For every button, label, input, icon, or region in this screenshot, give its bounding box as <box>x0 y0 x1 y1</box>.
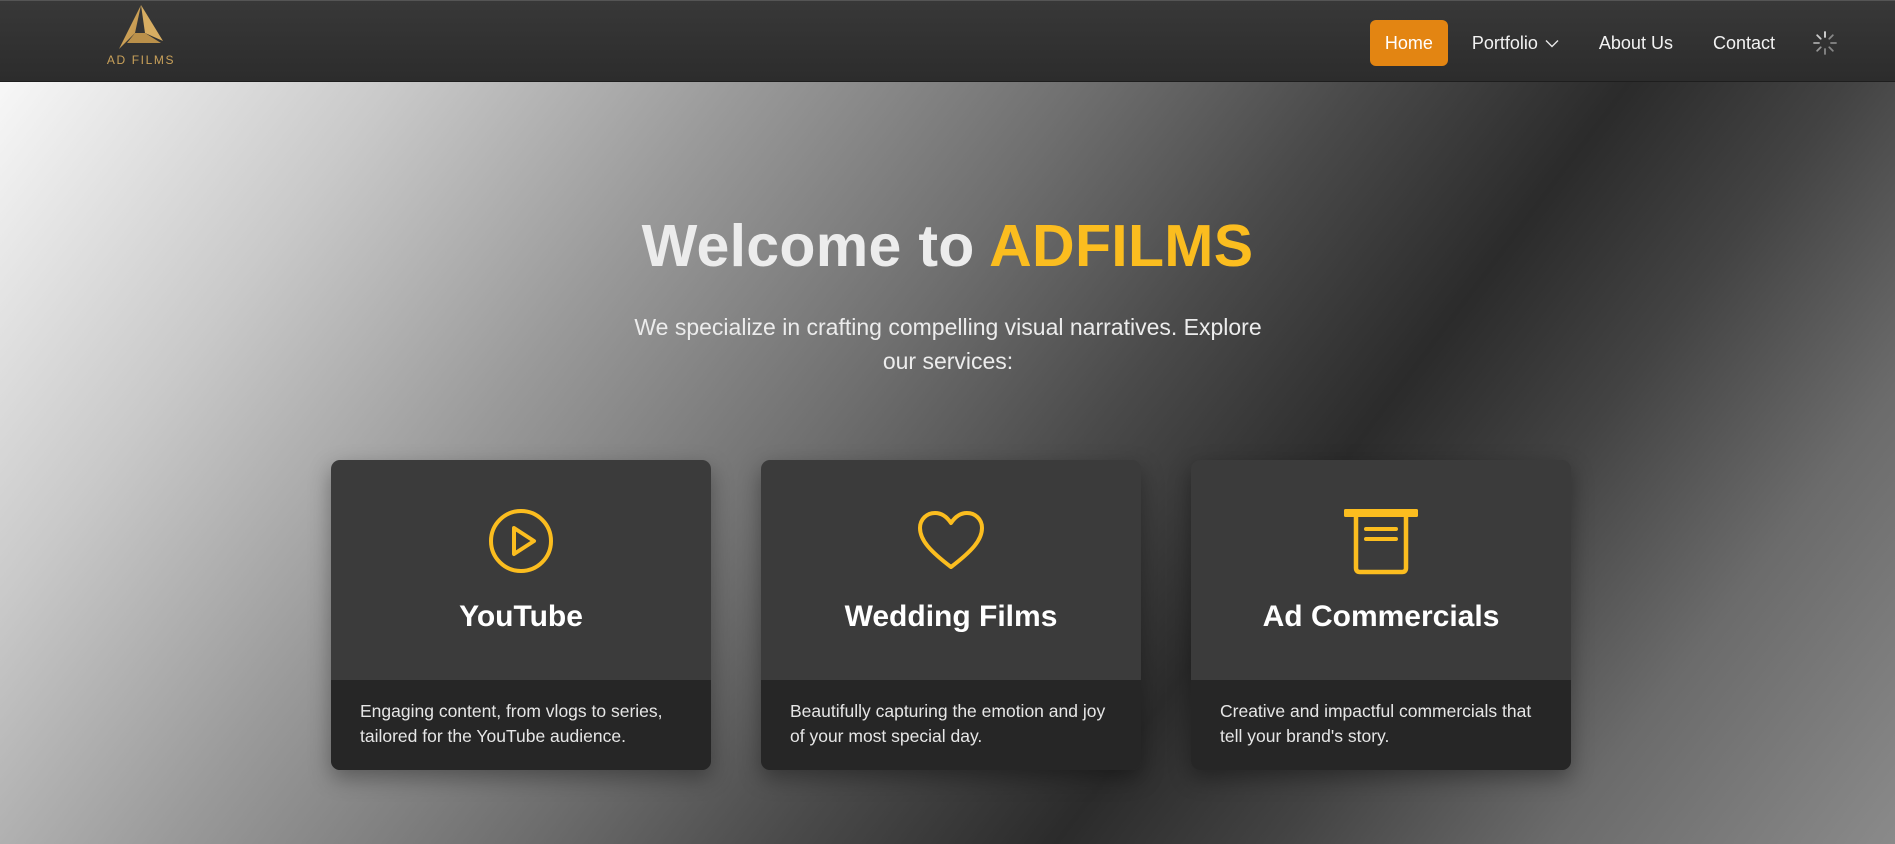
logo-mark-icon <box>119 5 163 49</box>
card-title: Ad Commercials <box>1262 600 1500 633</box>
hero-title: Welcome to ADFILMS <box>0 212 1895 280</box>
service-card-ad-commercials[interactable]: Ad Commercials Creative and impactful co… <box>1191 460 1571 770</box>
card-description: Beautifully capturing the emotion and jo… <box>761 680 1141 770</box>
service-card-wedding[interactable]: Wedding Films Beautifully capturing the … <box>761 460 1141 770</box>
nav-contact-label: Contact <box>1712 32 1775 53</box>
nav-portfolio[interactable]: Portfolio <box>1452 20 1579 66</box>
nav-about[interactable]: About Us <box>1579 20 1693 66</box>
card-header: Wedding Films <box>761 460 1141 680</box>
nav-about-label: About Us <box>1598 32 1673 53</box>
logo[interactable]: AD FILMS <box>100 3 182 73</box>
navbar: AD FILMS Home Portfolio About Us Contact <box>0 0 1895 82</box>
archive-box-icon <box>1342 506 1420 576</box>
card-description: Engaging content, from vlogs to series, … <box>331 680 711 770</box>
chevron-down-icon <box>1545 39 1559 48</box>
logo-text: AD FILMS <box>106 53 176 67</box>
nav-contact[interactable]: Contact <box>1693 20 1795 66</box>
nav-portfolio-label: Portfolio <box>1471 32 1538 53</box>
card-header: YouTube <box>331 460 711 680</box>
heart-icon <box>916 506 986 576</box>
hero-subtitle: We specialize in crafting compelling vis… <box>634 314 1262 374</box>
hero-section: Welcome to ADFILMS We specialize in craf… <box>0 82 1895 844</box>
hero-title-brand: ADFILMS <box>989 213 1254 279</box>
card-header: Ad Commercials <box>1191 460 1571 680</box>
card-description: Creative and impactful commercials that … <box>1191 680 1571 770</box>
hero-title-prefix: Welcome to <box>641 213 990 279</box>
nav-home-label: Home <box>1384 32 1433 53</box>
spinner-icon <box>1795 20 1855 66</box>
main-nav: Home Portfolio About Us Contact <box>1369 20 1855 66</box>
service-card-youtube[interactable]: YouTube Engaging content, from vlogs to … <box>331 460 711 770</box>
card-title: Wedding Films <box>844 600 1058 633</box>
card-title: YouTube <box>459 600 583 633</box>
play-circle-icon <box>487 506 555 576</box>
nav-home[interactable]: Home <box>1369 20 1448 66</box>
